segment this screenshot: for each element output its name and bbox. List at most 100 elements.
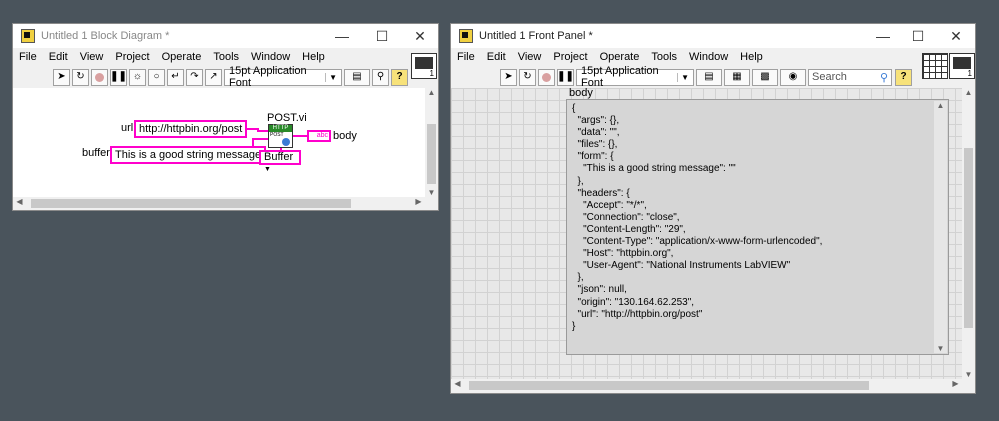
chevron-down-icon: ▼ bbox=[325, 72, 337, 82]
font-selector[interactable]: 15pt Application Font ▼ bbox=[224, 65, 342, 89]
buffer-ring-constant[interactable]: Buffer ▼ bbox=[259, 150, 301, 173]
menu-window[interactable]: Window bbox=[245, 51, 296, 63]
body-label: body bbox=[333, 130, 357, 142]
close-button[interactable]: ✕ bbox=[937, 24, 975, 48]
scroll-up-icon[interactable]: ▲ bbox=[425, 88, 438, 97]
block-diagram-titlebar[interactable]: Untitled 1 Block Diagram * — ☐ ✕ bbox=[13, 24, 438, 48]
minimize-button[interactable]: — bbox=[323, 24, 361, 48]
minimize-button[interactable]: — bbox=[864, 24, 902, 48]
menu-view[interactable]: View bbox=[74, 51, 110, 63]
connector-pane-icon[interactable] bbox=[922, 53, 948, 79]
window-title: Untitled 1 Block Diagram * bbox=[41, 30, 170, 42]
menu-view[interactable]: View bbox=[512, 51, 548, 63]
search-input[interactable]: Search ⚲ bbox=[808, 68, 892, 86]
context-help-icon[interactable]: ? bbox=[391, 68, 408, 86]
wires-layer bbox=[243, 128, 307, 158]
buffer-constant[interactable]: This is a good string message bbox=[110, 146, 267, 164]
menu-tools[interactable]: Tools bbox=[207, 51, 245, 63]
search-icon[interactable]: ⚲ bbox=[372, 68, 389, 86]
indicator-vertical-scrollbar[interactable]: ▲ ▼ bbox=[934, 101, 947, 353]
highlight-execution-icon[interactable]: ☼ bbox=[129, 68, 146, 86]
vertical-scrollbar[interactable]: ▲ ▼ bbox=[425, 88, 438, 197]
resize-objects-icon[interactable]: ▩ bbox=[752, 68, 778, 86]
body-string-indicator[interactable]: { "args": {}, "data": "", "files": {}, "… bbox=[566, 99, 949, 355]
font-selector[interactable]: 15pt Application Font ▼ bbox=[576, 65, 694, 89]
scroll-thumb[interactable] bbox=[964, 148, 973, 328]
horizontal-scrollbar[interactable]: ◀ ▶ bbox=[451, 379, 962, 392]
buffer-ring-label: Buffer bbox=[264, 151, 294, 163]
window-title: Untitled 1 Front Panel * bbox=[479, 30, 593, 42]
post-vi-label: POST.vi bbox=[267, 112, 307, 124]
abort-icon[interactable] bbox=[91, 68, 108, 86]
scroll-thumb[interactable] bbox=[469, 381, 869, 390]
scroll-right-icon[interactable]: ▶ bbox=[949, 379, 962, 388]
menu-edit[interactable]: Edit bbox=[43, 51, 74, 63]
scroll-up-icon[interactable]: ▲ bbox=[934, 101, 947, 110]
step-into-icon[interactable]: ↵ bbox=[167, 68, 184, 86]
globe-icon bbox=[282, 138, 290, 146]
horizontal-scrollbar[interactable]: ◀ ▶ bbox=[13, 197, 425, 210]
menu-bar: File Edit View Project Operate Tools Win… bbox=[451, 48, 975, 66]
body-indicator[interactable]: abc bbox=[307, 130, 331, 142]
align-objects-icon[interactable]: ▤ bbox=[344, 68, 370, 86]
post-vi-node[interactable]: HTTP POST bbox=[268, 124, 293, 148]
pause-icon[interactable]: ❚❚ bbox=[110, 68, 127, 86]
http-badge: HTTP bbox=[269, 125, 292, 132]
scroll-thumb[interactable] bbox=[427, 124, 436, 184]
align-objects-icon[interactable]: ▤ bbox=[696, 68, 722, 86]
toolbar: ➤ ↻ ❚❚ 15pt Application Font ▼ ▤ ▦ ▩ ◉ Se… bbox=[451, 65, 975, 89]
post-badge: POST bbox=[270, 132, 284, 138]
step-out-icon[interactable]: ↗ bbox=[205, 68, 222, 86]
menu-operate[interactable]: Operate bbox=[156, 51, 208, 63]
abort-icon[interactable] bbox=[538, 68, 555, 86]
menu-tools[interactable]: Tools bbox=[645, 51, 683, 63]
scroll-left-icon[interactable]: ◀ bbox=[13, 197, 26, 206]
context-help-icon[interactable]: ? bbox=[895, 68, 912, 86]
run-arrow-icon[interactable]: ➤ bbox=[53, 68, 70, 86]
body-indicator-label: body bbox=[569, 87, 593, 99]
step-over-icon[interactable]: ↷ bbox=[186, 68, 203, 86]
run-continuously-icon[interactable]: ↻ bbox=[72, 68, 89, 86]
menu-edit[interactable]: Edit bbox=[481, 51, 512, 63]
run-arrow-icon[interactable]: ➤ bbox=[500, 68, 517, 86]
url-label: url bbox=[121, 122, 134, 134]
front-panel-titlebar[interactable]: Untitled 1 Front Panel * — ☐ ✕ bbox=[451, 24, 975, 48]
distribute-objects-icon[interactable]: ▦ bbox=[724, 68, 750, 86]
front-panel-canvas[interactable]: body { "args": {}, "data": "", "files": … bbox=[451, 87, 962, 379]
font-selector-label: 15pt Application Font bbox=[229, 65, 307, 89]
reorder-icon[interactable]: ◉ bbox=[780, 68, 806, 86]
scroll-down-icon[interactable]: ▼ bbox=[934, 344, 947, 353]
url-constant[interactable]: http://httpbin.org/post bbox=[134, 120, 248, 138]
scroll-thumb[interactable] bbox=[31, 199, 351, 208]
menu-project[interactable]: Project bbox=[109, 51, 155, 63]
vi-icon[interactable] bbox=[411, 53, 437, 79]
menu-project[interactable]: Project bbox=[547, 51, 593, 63]
search-icon: ⚲ bbox=[879, 71, 888, 84]
menu-help[interactable]: Help bbox=[296, 51, 331, 63]
scroll-up-icon[interactable]: ▲ bbox=[962, 88, 975, 97]
front-panel-window[interactable]: Untitled 1 Front Panel * — ☐ ✕ File Edit… bbox=[450, 23, 976, 394]
menu-file[interactable]: File bbox=[451, 51, 481, 63]
menu-file[interactable]: File bbox=[13, 51, 43, 63]
maximize-button[interactable]: ☐ bbox=[899, 24, 937, 48]
labview-app-icon bbox=[459, 29, 473, 43]
menu-help[interactable]: Help bbox=[734, 51, 769, 63]
run-continuously-icon[interactable]: ↻ bbox=[519, 68, 536, 86]
scroll-left-icon[interactable]: ◀ bbox=[451, 379, 464, 388]
menu-window[interactable]: Window bbox=[683, 51, 734, 63]
string-type-glyph: abc bbox=[316, 132, 328, 139]
scroll-down-icon[interactable]: ▼ bbox=[425, 188, 438, 197]
search-placeholder: Search bbox=[812, 71, 847, 83]
retain-wire-values-icon[interactable]: ○ bbox=[148, 68, 165, 86]
pause-icon[interactable]: ❚❚ bbox=[557, 68, 574, 86]
maximize-button[interactable]: ☐ bbox=[363, 24, 401, 48]
vi-icon[interactable] bbox=[949, 53, 975, 79]
block-diagram-window[interactable]: Untitled 1 Block Diagram * — ☐ ✕ File Ed… bbox=[12, 23, 439, 211]
menu-operate[interactable]: Operate bbox=[594, 51, 646, 63]
chevron-down-icon: ▼ bbox=[677, 72, 689, 82]
scroll-down-icon[interactable]: ▼ bbox=[962, 370, 975, 379]
diagram-canvas[interactable]: url http://httpbin.org/post buffer This … bbox=[13, 88, 425, 197]
vertical-scrollbar[interactable]: ▲ ▼ bbox=[962, 88, 975, 379]
close-button[interactable]: ✕ bbox=[401, 24, 439, 48]
scroll-right-icon[interactable]: ▶ bbox=[412, 197, 425, 206]
